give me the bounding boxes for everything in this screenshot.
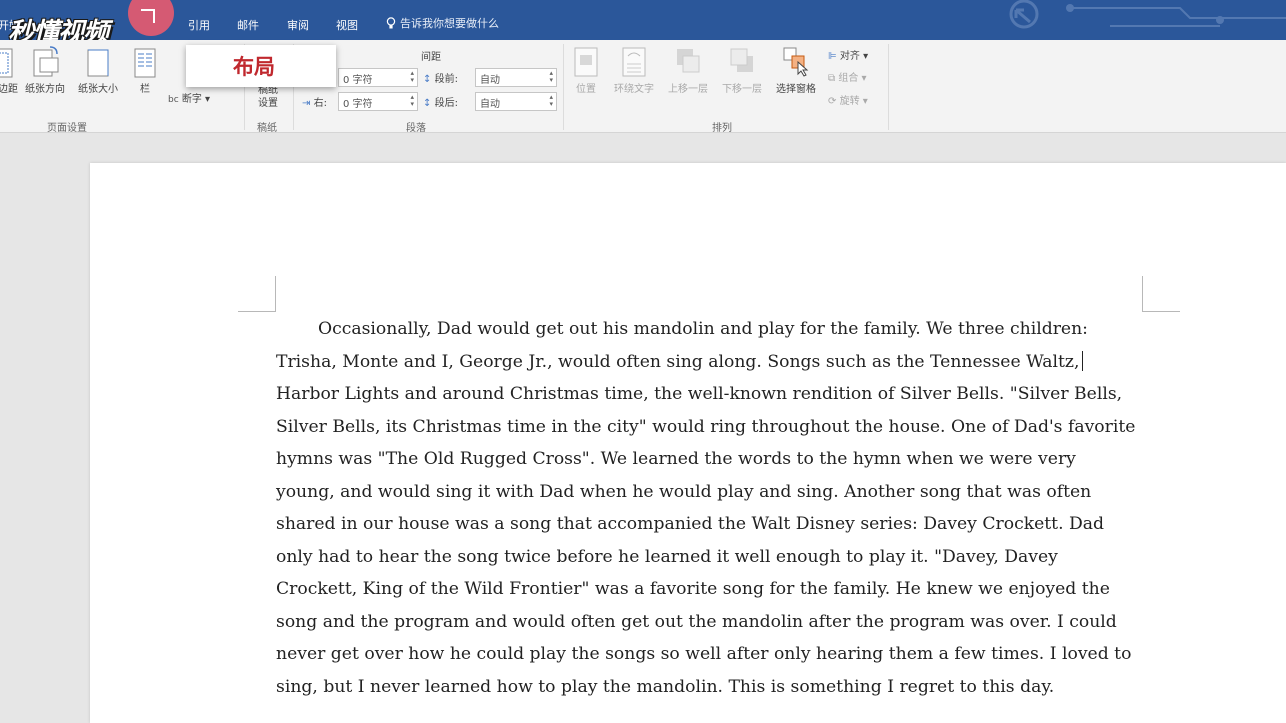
tab-view[interactable]: 视图 <box>336 17 358 33</box>
indent-right-label: ⇥ 右: <box>302 94 327 109</box>
text-line: only had to hear the song twice before h… <box>276 546 1058 567</box>
columns-icon <box>134 48 156 78</box>
spacing-before-label: ↕ 段前: <box>423 70 458 85</box>
text-line: song and the program and would often get… <box>276 611 1117 632</box>
text-line: Harbor Lights and around Christmas time,… <box>276 384 1123 404</box>
layout-tab-tooltip: 布局 <box>186 45 336 87</box>
spinner-icon[interactable]: ▴ ▾ <box>410 70 414 84</box>
orientation-button[interactable]: 纸张方向 <box>20 44 70 95</box>
spacing-after-input[interactable]: 自动 ▴ ▾ <box>475 92 557 111</box>
selection-pane-button[interactable]: 选择窗格 <box>770 44 822 95</box>
page-setup-group-label: 页面设置 <box>47 123 87 134</box>
position-icon <box>574 47 598 77</box>
position-button[interactable]: 位置 <box>570 46 602 95</box>
bring-forward-icon <box>677 49 700 73</box>
margins-label: 页边距 <box>0 84 18 95</box>
spacing-after-label: ↕ 段后: <box>423 94 458 109</box>
tab-mailings[interactable]: 邮件 <box>237 17 259 33</box>
group-divider <box>888 44 889 130</box>
send-backward-button[interactable]: 下移一层 <box>716 46 768 95</box>
spinner-icon[interactable]: ▴ ▾ <box>410 94 414 108</box>
size-label: 纸张大小 <box>78 84 118 95</box>
indent-left-input[interactable]: 0 字符 ▴ ▾ <box>338 68 418 87</box>
wrap-text-icon <box>622 47 646 77</box>
text-line-content: Trisha, Monte and I, George Jr., would o… <box>276 351 1080 372</box>
selection-pane-icon <box>783 47 809 77</box>
columns-button[interactable]: 栏 <box>133 48 157 95</box>
group-divider <box>563 44 564 130</box>
ribbon-tab-bar: 开始 设计 引用 邮件 审阅 视图 告诉我你想要做什么 <box>0 0 1286 40</box>
wrap-text-label: 环绕文字 <box>614 84 654 95</box>
draft-group-label: 稿纸 <box>257 123 277 134</box>
size-button[interactable]: 纸张大小 <box>73 46 123 95</box>
group-label: 组合 <box>838 73 859 84</box>
spacing-after-value: 自动 <box>480 99 500 110</box>
circuit-decoration-icon <box>1009 0 1286 29</box>
group-icon: ⧉ <box>828 73 836 84</box>
text-line: Crockett, King of the Wild Frontier" was… <box>276 579 1110 599</box>
spacing-before-input[interactable]: 自动 ▴ ▾ <box>475 68 557 87</box>
text-line: hymns was "The Old Rugged Cross". We lea… <box>276 449 1076 469</box>
text-line: Trisha, Monte and I, George Jr., would o… <box>276 346 1144 379</box>
crop-mark-top-right <box>1142 276 1180 312</box>
indent-right-input[interactable]: 0 字符 ▴ ▾ <box>338 92 418 111</box>
paragraph-group-label: 段落 <box>406 123 426 134</box>
margins-icon <box>0 48 13 78</box>
rotate-icon: ⟳ <box>828 96 837 107</box>
selection-pane-label: 选择窗格 <box>776 84 816 95</box>
text-line: never get over how he could play the son… <box>276 644 1132 664</box>
margins-button[interactable]: 页边距 <box>0 48 18 95</box>
tab-review[interactable]: 审阅 <box>287 17 309 33</box>
spacing-after-icon: ↕ <box>423 98 432 109</box>
text-line: Occasionally, Dad would get out his mand… <box>318 319 1088 339</box>
spacing-before-value: 自动 <box>480 75 500 86</box>
bring-forward-label: 上移一层 <box>668 84 708 95</box>
text-line: Silver Bells, its Christmas time in the … <box>276 416 1136 437</box>
rotate-label: 旋转 <box>839 96 860 107</box>
columns-label: 栏 <box>140 84 150 95</box>
spinner-icon[interactable]: ▴ ▾ <box>549 94 553 108</box>
tell-me-text: 告诉我你想要做什么 <box>400 17 499 30</box>
paper-size-icon <box>87 49 109 77</box>
indent-right-text: 右: <box>313 98 327 109</box>
bring-forward-button[interactable]: 上移一层 <box>662 46 714 95</box>
spacing-before-icon: ↕ <box>423 74 432 85</box>
spacing-after-text: 段后: <box>434 98 458 109</box>
crop-mark-top-left <box>238 276 276 312</box>
text-cursor <box>1082 350 1084 371</box>
indent-right-icon: ⇥ <box>302 98 311 109</box>
lightbulb-icon <box>386 16 396 28</box>
tell-me-search[interactable]: 告诉我你想要做什么 <box>386 15 499 31</box>
text-line: sing, but I never learned how to play th… <box>276 676 1055 697</box>
document-paragraph[interactable]: Occasionally, Dad would get out his mand… <box>276 313 1144 703</box>
text-line: shared in our house was a song that acco… <box>276 514 1105 534</box>
document-page[interactable]: Occasionally, Dad would get out his mand… <box>90 163 1286 723</box>
arrange-group-label: 排列 <box>712 123 732 134</box>
align-label: 对齐 <box>839 51 860 62</box>
hyphenation-button[interactable]: bc 断字 ▾ <box>168 90 210 105</box>
draft-settings-button[interactable]: 稿纸设置 <box>253 84 283 110</box>
position-label: 位置 <box>576 84 596 95</box>
orientation-label: 纸张方向 <box>25 84 65 95</box>
group-button[interactable]: ⧉ 组合 ▾ <box>828 69 867 84</box>
tab-references[interactable]: 引用 <box>188 17 210 33</box>
hyphenation-icon: bc <box>168 95 179 105</box>
hyphenation-label: 断字 <box>181 94 202 105</box>
orientation-icon <box>33 46 59 77</box>
text-line: young, and would sing it with Dad when h… <box>276 481 1092 502</box>
layout-tab-indicator[interactable] <box>141 9 155 23</box>
wrap-text-button[interactable]: 环绕文字 <box>608 46 660 95</box>
draft-settings-label: 稿纸设置 <box>258 85 278 109</box>
send-backward-label: 下移一层 <box>722 84 762 95</box>
spacing-before-text: 段前: <box>434 74 458 85</box>
align-icon: ⊫ <box>828 51 837 62</box>
spinner-icon[interactable]: ▴ ▾ <box>549 70 553 84</box>
indent-right-value: 0 字符 <box>343 99 373 110</box>
indent-left-value: 0 字符 <box>343 75 373 86</box>
rotate-button[interactable]: ⟳ 旋转 ▾ <box>828 92 868 107</box>
align-button[interactable]: ⊫ 对齐 ▾ <box>828 47 868 62</box>
spacing-header: 间距 <box>421 52 441 63</box>
send-backward-icon <box>730 48 753 72</box>
